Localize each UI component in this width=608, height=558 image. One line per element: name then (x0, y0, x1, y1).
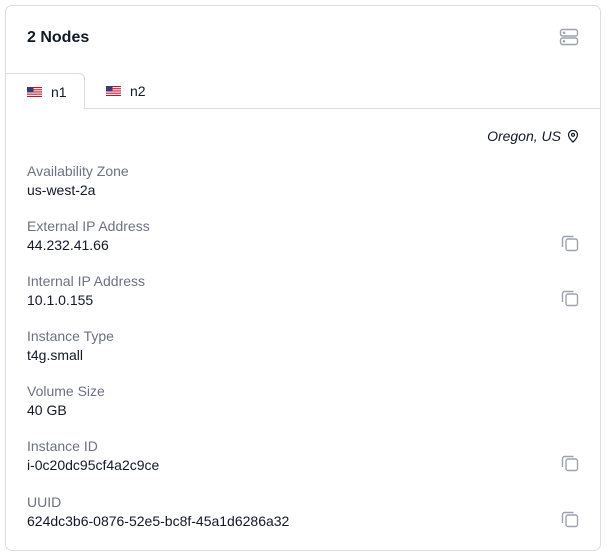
tab-label: n1 (51, 83, 67, 100)
internal-ip-field: Internal IP Address 10.1.0.155 (27, 273, 587, 309)
field-value: us-west-2a (27, 182, 96, 198)
field-label: Instance ID (27, 438, 98, 454)
field-value: t4g.small (27, 347, 84, 363)
map-pin-icon (567, 129, 579, 143)
copy-icon[interactable] (560, 233, 580, 253)
node-tabs: n1 n2 (6, 73, 600, 109)
field-label: UUID (27, 494, 62, 510)
nodes-card: 2 Nodes n1 n2 Oregon, US Availability Zo… (5, 5, 601, 551)
field-label: Internal IP Address (27, 273, 146, 289)
uuid-field: UUID 624dc3b6-0876-52e5-bc8f-45a1d6286a3… (27, 494, 587, 530)
server-icon[interactable] (559, 27, 579, 47)
field-value: i-0c20dc95cf4a2c9ce (27, 457, 160, 473)
region-label: Oregon, US (487, 128, 579, 144)
tab-label: n2 (130, 82, 146, 99)
tab-n1[interactable]: n1 (6, 73, 85, 109)
card-header: 2 Nodes (6, 6, 600, 74)
field-value: 40 GB (27, 402, 67, 418)
copy-icon[interactable] (560, 509, 580, 529)
us-flag-icon (106, 85, 121, 96)
availability-zone-field: Availability Zone us-west-2a (27, 163, 587, 199)
field-label: Instance Type (27, 328, 114, 344)
field-label: External IP Address (27, 218, 150, 234)
field-value: 44.232.41.66 (27, 237, 109, 253)
field-value: 10.1.0.155 (27, 292, 94, 308)
volume-size-field: Volume Size 40 GB (27, 383, 587, 419)
region-text: Oregon, US (487, 128, 561, 144)
copy-icon[interactable] (560, 453, 580, 473)
instance-type-field: Instance Type t4g.small (27, 328, 587, 364)
external-ip-field: External IP Address 44.232.41.66 (27, 218, 587, 254)
field-label: Volume Size (27, 383, 105, 399)
tab-n2[interactable]: n2 (106, 73, 146, 108)
us-flag-icon (27, 86, 42, 97)
copy-icon[interactable] (560, 288, 580, 308)
field-value: 624dc3b6-0876-52e5-bc8f-45a1d6286a32 (27, 513, 290, 529)
instance-id-field: Instance ID i-0c20dc95cf4a2c9ce (27, 438, 587, 474)
field-label: Availability Zone (27, 163, 129, 179)
page-title: 2 Nodes (27, 29, 90, 46)
